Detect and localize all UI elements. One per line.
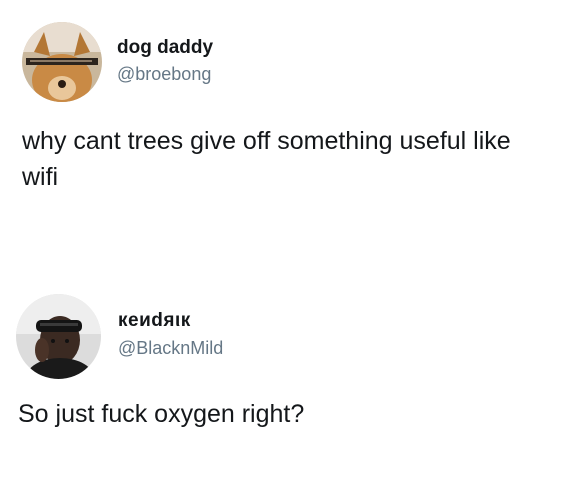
reply-tweet-card: кеиdяιк @BlacknMild So just fuck oxygen … (0, 272, 564, 479)
person-photo-icon (16, 294, 101, 379)
tweet-text: So just fuck oxygen right? (18, 400, 305, 428)
user-handle[interactable]: @broebong (117, 64, 211, 85)
display-name[interactable]: кеиdяιк (118, 310, 191, 332)
dog-avatar-icon[interactable] (22, 22, 102, 102)
tweet-card: dog daddy @broebong why cant trees give … (0, 0, 564, 240)
person-avatar-icon[interactable] (16, 294, 101, 379)
user-handle[interactable]: @BlacknMild (118, 338, 223, 359)
tweet-text: why cant trees give off something useful… (22, 127, 511, 191)
display-name[interactable]: dog daddy (117, 37, 213, 59)
dog-photo-icon (22, 22, 102, 102)
